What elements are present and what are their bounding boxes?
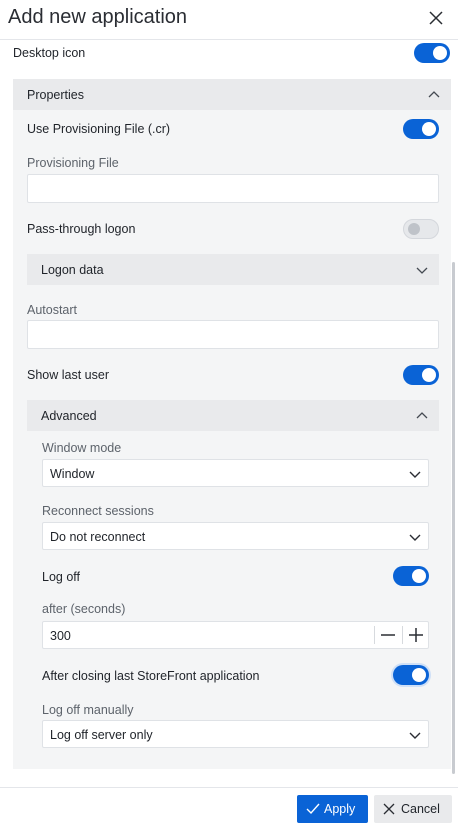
show-last-user-toggle[interactable] (403, 365, 439, 385)
dialog-title: Add new application (8, 6, 188, 28)
chevron-up-icon (416, 412, 428, 419)
after-closing-label: After closing last StoreFront applicatio… (42, 669, 260, 683)
after-seconds-label: after (seconds) (42, 602, 126, 616)
check-icon (306, 803, 320, 815)
close-icon (383, 803, 395, 815)
scrollbar[interactable] (452, 262, 455, 774)
log-off-manually-select[interactable]: Log off server only (42, 720, 429, 748)
properties-section-header[interactable]: Properties (13, 79, 451, 110)
cancel-button[interactable]: Cancel (374, 795, 452, 823)
advanced-header-label: Advanced (41, 409, 97, 423)
reconnect-value: Do not reconnect (50, 530, 146, 544)
plus-icon (409, 628, 423, 642)
window-mode-value: Window (50, 467, 95, 481)
logon-data-header-label: Logon data (41, 263, 104, 277)
after-seconds-value: 300 (50, 629, 71, 643)
close-button[interactable] (426, 8, 446, 28)
desktop-icon-toggle[interactable] (414, 43, 450, 63)
log-off-toggle[interactable] (393, 566, 429, 586)
logon-data-section-header[interactable]: Logon data (27, 254, 439, 285)
dialog-header: Add new application (0, 0, 458, 40)
provisioning-file-label: Provisioning File (27, 156, 119, 170)
autostart-input[interactable] (27, 320, 439, 349)
apply-button[interactable]: Apply (297, 795, 368, 823)
log-off-manually-label: Log off manually (42, 703, 134, 717)
increment-button[interactable] (403, 622, 429, 648)
minus-icon (381, 634, 395, 636)
decrement-button[interactable] (375, 622, 401, 648)
chevron-down-icon (409, 732, 421, 739)
advanced-section-header[interactable]: Advanced (27, 400, 439, 431)
cancel-button-label: Cancel (401, 802, 440, 816)
chevron-up-icon (428, 91, 440, 98)
window-mode-select[interactable]: Window (42, 459, 429, 487)
log-off-manually-value: Log off server only (50, 728, 153, 742)
log-off-label: Log off (42, 570, 81, 584)
show-last-user-label: Show last user (27, 368, 109, 382)
pass-through-label: Pass-through logon (27, 222, 136, 236)
autostart-label: Autostart (27, 303, 78, 317)
after-seconds-stepper[interactable]: 300 (42, 621, 429, 649)
use-provisioning-toggle[interactable] (403, 119, 439, 139)
reconnect-select[interactable]: Do not reconnect (42, 522, 429, 550)
window-mode-label: Window mode (42, 441, 122, 455)
reconnect-label: Reconnect sessions (42, 504, 154, 518)
chevron-down-icon (416, 267, 428, 274)
close-icon (429, 11, 443, 25)
chevron-down-icon (409, 471, 421, 478)
after-closing-toggle[interactable] (393, 665, 429, 685)
desktop-icon-label: Desktop icon (13, 46, 86, 60)
use-provisioning-label: Use Provisioning File (.cr) (27, 122, 171, 136)
pass-through-toggle[interactable] (403, 219, 439, 239)
chevron-down-icon (409, 534, 421, 541)
provisioning-file-input[interactable] (27, 174, 439, 203)
apply-button-label: Apply (324, 802, 356, 816)
properties-header-label: Properties (27, 88, 84, 102)
